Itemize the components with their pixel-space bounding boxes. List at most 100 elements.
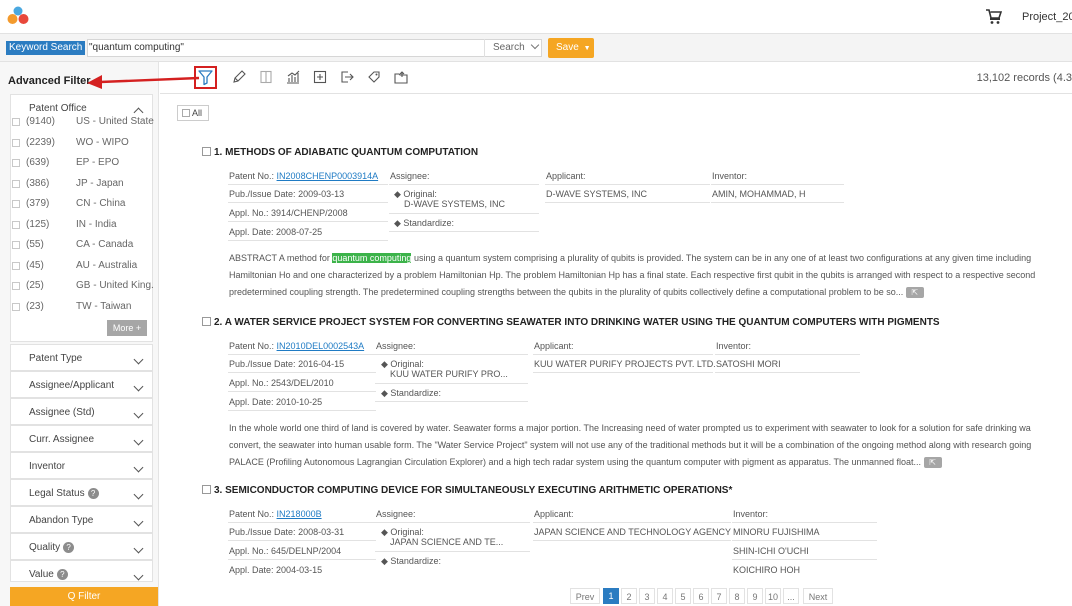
page-button[interactable]: 7 — [711, 588, 727, 604]
office-checkbox[interactable] — [12, 241, 20, 249]
assignee-label: Assignee: — [376, 341, 416, 351]
patent-office-item[interactable]: (45) AU - Australia — [0, 258, 159, 278]
record-abstract: In the whole world one third of land is … — [229, 420, 1072, 472]
office-checkbox[interactable] — [12, 220, 20, 229]
office-checkbox[interactable] — [12, 302, 20, 311]
page-button[interactable]: 2 — [621, 588, 637, 604]
filter-button[interactable]: Q Filter — [10, 587, 158, 606]
page-button[interactable]: 1 — [603, 588, 619, 604]
filter-assignee-applicant[interactable]: Assignee/Applicant — [10, 371, 153, 398]
save-button[interactable]: Save ▼ — [548, 38, 594, 58]
divider — [389, 231, 539, 232]
patent-office-item[interactable]: (55) CA - Canada — [0, 237, 159, 257]
office-checkbox[interactable] — [12, 138, 20, 147]
search-input[interactable]: "quantum computing" — [87, 39, 542, 57]
cart-icon[interactable] — [986, 9, 1002, 24]
help-icon[interactable]: ? — [56, 569, 68, 580]
filter-legal-status[interactable]: Legal Status? — [10, 479, 153, 506]
record-title[interactable]: 3. SEMICONDUCTOR COMPUTING DEVICE FOR SI… — [202, 485, 732, 496]
filter-label: Quality? — [29, 542, 75, 553]
keyword-search-tag[interactable]: Keyword Search — [6, 41, 86, 55]
patent-link[interactable]: IN2010DEL0002543A — [277, 341, 365, 351]
office-checkbox[interactable] — [12, 200, 20, 208]
patent-office-item[interactable]: (9140) US - United States — [0, 114, 159, 134]
filter-curr-assignee[interactable]: Curr. Assignee — [10, 425, 153, 452]
record-title-text: 1. METHODS OF ADIABATIC QUANTUM COMPUTAT… — [214, 147, 479, 158]
pub-date-value: 2008-03-31 — [298, 527, 345, 537]
page-button[interactable]: 6 — [693, 588, 709, 604]
filter-label-text: Value — [29, 569, 54, 581]
record-title[interactable]: 2. A WATER SERVICE PROJECT SYSTEM FOR CO… — [202, 317, 940, 328]
office-checkbox[interactable] — [12, 179, 20, 188]
more-button[interactable]: More + — [107, 320, 147, 336]
patent-link[interactable]: IN2008CHENP0003914A — [277, 171, 379, 181]
help-icon[interactable]: ? — [87, 488, 99, 499]
page-button[interactable]: 10 — [765, 588, 781, 604]
divider — [375, 522, 530, 523]
appl-date-value: 2010-10-25 — [276, 397, 323, 407]
page-button[interactable]: 4 — [657, 588, 673, 604]
office-count: (379) — [26, 198, 50, 209]
expand-abstract-icon[interactable]: ⇱ — [905, 287, 924, 299]
page-button[interactable]: 5 — [675, 588, 691, 604]
office-checkbox[interactable] — [12, 261, 20, 270]
search-button[interactable]: Search — [484, 39, 542, 57]
analytics-icon[interactable] — [286, 70, 300, 84]
record-checkbox[interactable] — [202, 147, 211, 156]
patent-link[interactable]: IN218000B — [277, 509, 322, 519]
appl-date-label: Appl. Date: — [229, 565, 274, 575]
filter-label: Patent Type — [29, 353, 83, 364]
expand-abstract-icon[interactable]: ⇱ — [923, 457, 942, 469]
tag-icon[interactable] — [367, 70, 381, 84]
record-title[interactable]: 1. METHODS OF ADIABATIC QUANTUM COMPUTAT… — [202, 147, 478, 158]
chevron-down-icon — [133, 381, 144, 392]
project-label[interactable]: Project_201 — [1022, 11, 1072, 23]
divider — [732, 559, 877, 560]
orgchem-logo-icon[interactable] — [7, 6, 29, 26]
help-icon[interactable]: ? — [63, 542, 75, 553]
filter-quality[interactable]: Quality? — [10, 533, 153, 560]
filter-assignee-std[interactable]: Assignee (Std) — [10, 398, 153, 425]
patent-office-item[interactable]: (125) IN - India — [0, 217, 159, 237]
patent-office-item[interactable]: (639) EP - EPO — [0, 155, 159, 175]
pub-date-label: Pub./Issue Date: — [229, 359, 296, 369]
next-page-button[interactable]: Next — [803, 588, 833, 604]
page-button[interactable]: 8 — [729, 588, 745, 604]
search-bar: Keyword Search "quantum computing" Searc… — [0, 33, 1072, 62]
chevron-down-icon — [133, 489, 144, 500]
book-icon[interactable] — [259, 70, 273, 84]
appl-no-row: Appl. No.: 645/DELNP/2004 — [229, 546, 341, 556]
patent-office-item[interactable]: (386) JP - Japan — [0, 176, 159, 196]
page-button[interactable]: 9 — [747, 588, 763, 604]
export-icon[interactable] — [340, 70, 354, 84]
chevron-down-icon — [531, 40, 540, 50]
filter-abandon-type[interactable]: Abandon Type — [10, 506, 153, 533]
standardize-label: Standardize: — [390, 556, 441, 566]
patent-office-item[interactable]: (379) CN - China — [0, 196, 159, 216]
patent-office-item[interactable]: (25) GB - United King... — [0, 278, 159, 298]
filter-label: Assignee (Std) — [29, 407, 95, 418]
filter-inventor[interactable]: Inventor — [10, 452, 153, 479]
record-checkbox[interactable] — [202, 317, 211, 326]
patent-office-item[interactable]: (2239) WO - WIPO — [0, 135, 159, 155]
appl-no-row: Appl. No.: 3914/CHENP/2008 — [229, 208, 348, 218]
standardize-assignee: ◆ Standardize: — [394, 218, 454, 228]
office-checkbox[interactable] — [12, 159, 20, 167]
office-name: IN - India — [76, 218, 117, 230]
office-checkbox[interactable] — [12, 118, 20, 126]
appl-date-row: Appl. Date: 2004-03-15 — [229, 565, 322, 575]
compare-icon[interactable] — [313, 70, 327, 84]
filter-value[interactable]: Value? — [10, 560, 153, 582]
patent-office-item[interactable]: (23) TW - Taiwan — [0, 299, 159, 319]
filter-patent-type[interactable]: Patent Type — [10, 344, 153, 371]
pencil-icon[interactable] — [232, 70, 246, 84]
applicant-label: Applicant: — [546, 171, 586, 181]
folder-add-icon[interactable] — [394, 70, 408, 84]
prev-page-button[interactable]: Prev — [570, 588, 600, 604]
filter-label: Value? — [29, 569, 68, 580]
office-checkbox[interactable] — [12, 282, 20, 290]
select-all-checkbox[interactable]: All — [177, 105, 209, 121]
record-checkbox[interactable] — [202, 485, 211, 494]
page-button[interactable]: 3 — [639, 588, 655, 604]
filter-label: Assignee/Applicant — [29, 380, 115, 391]
